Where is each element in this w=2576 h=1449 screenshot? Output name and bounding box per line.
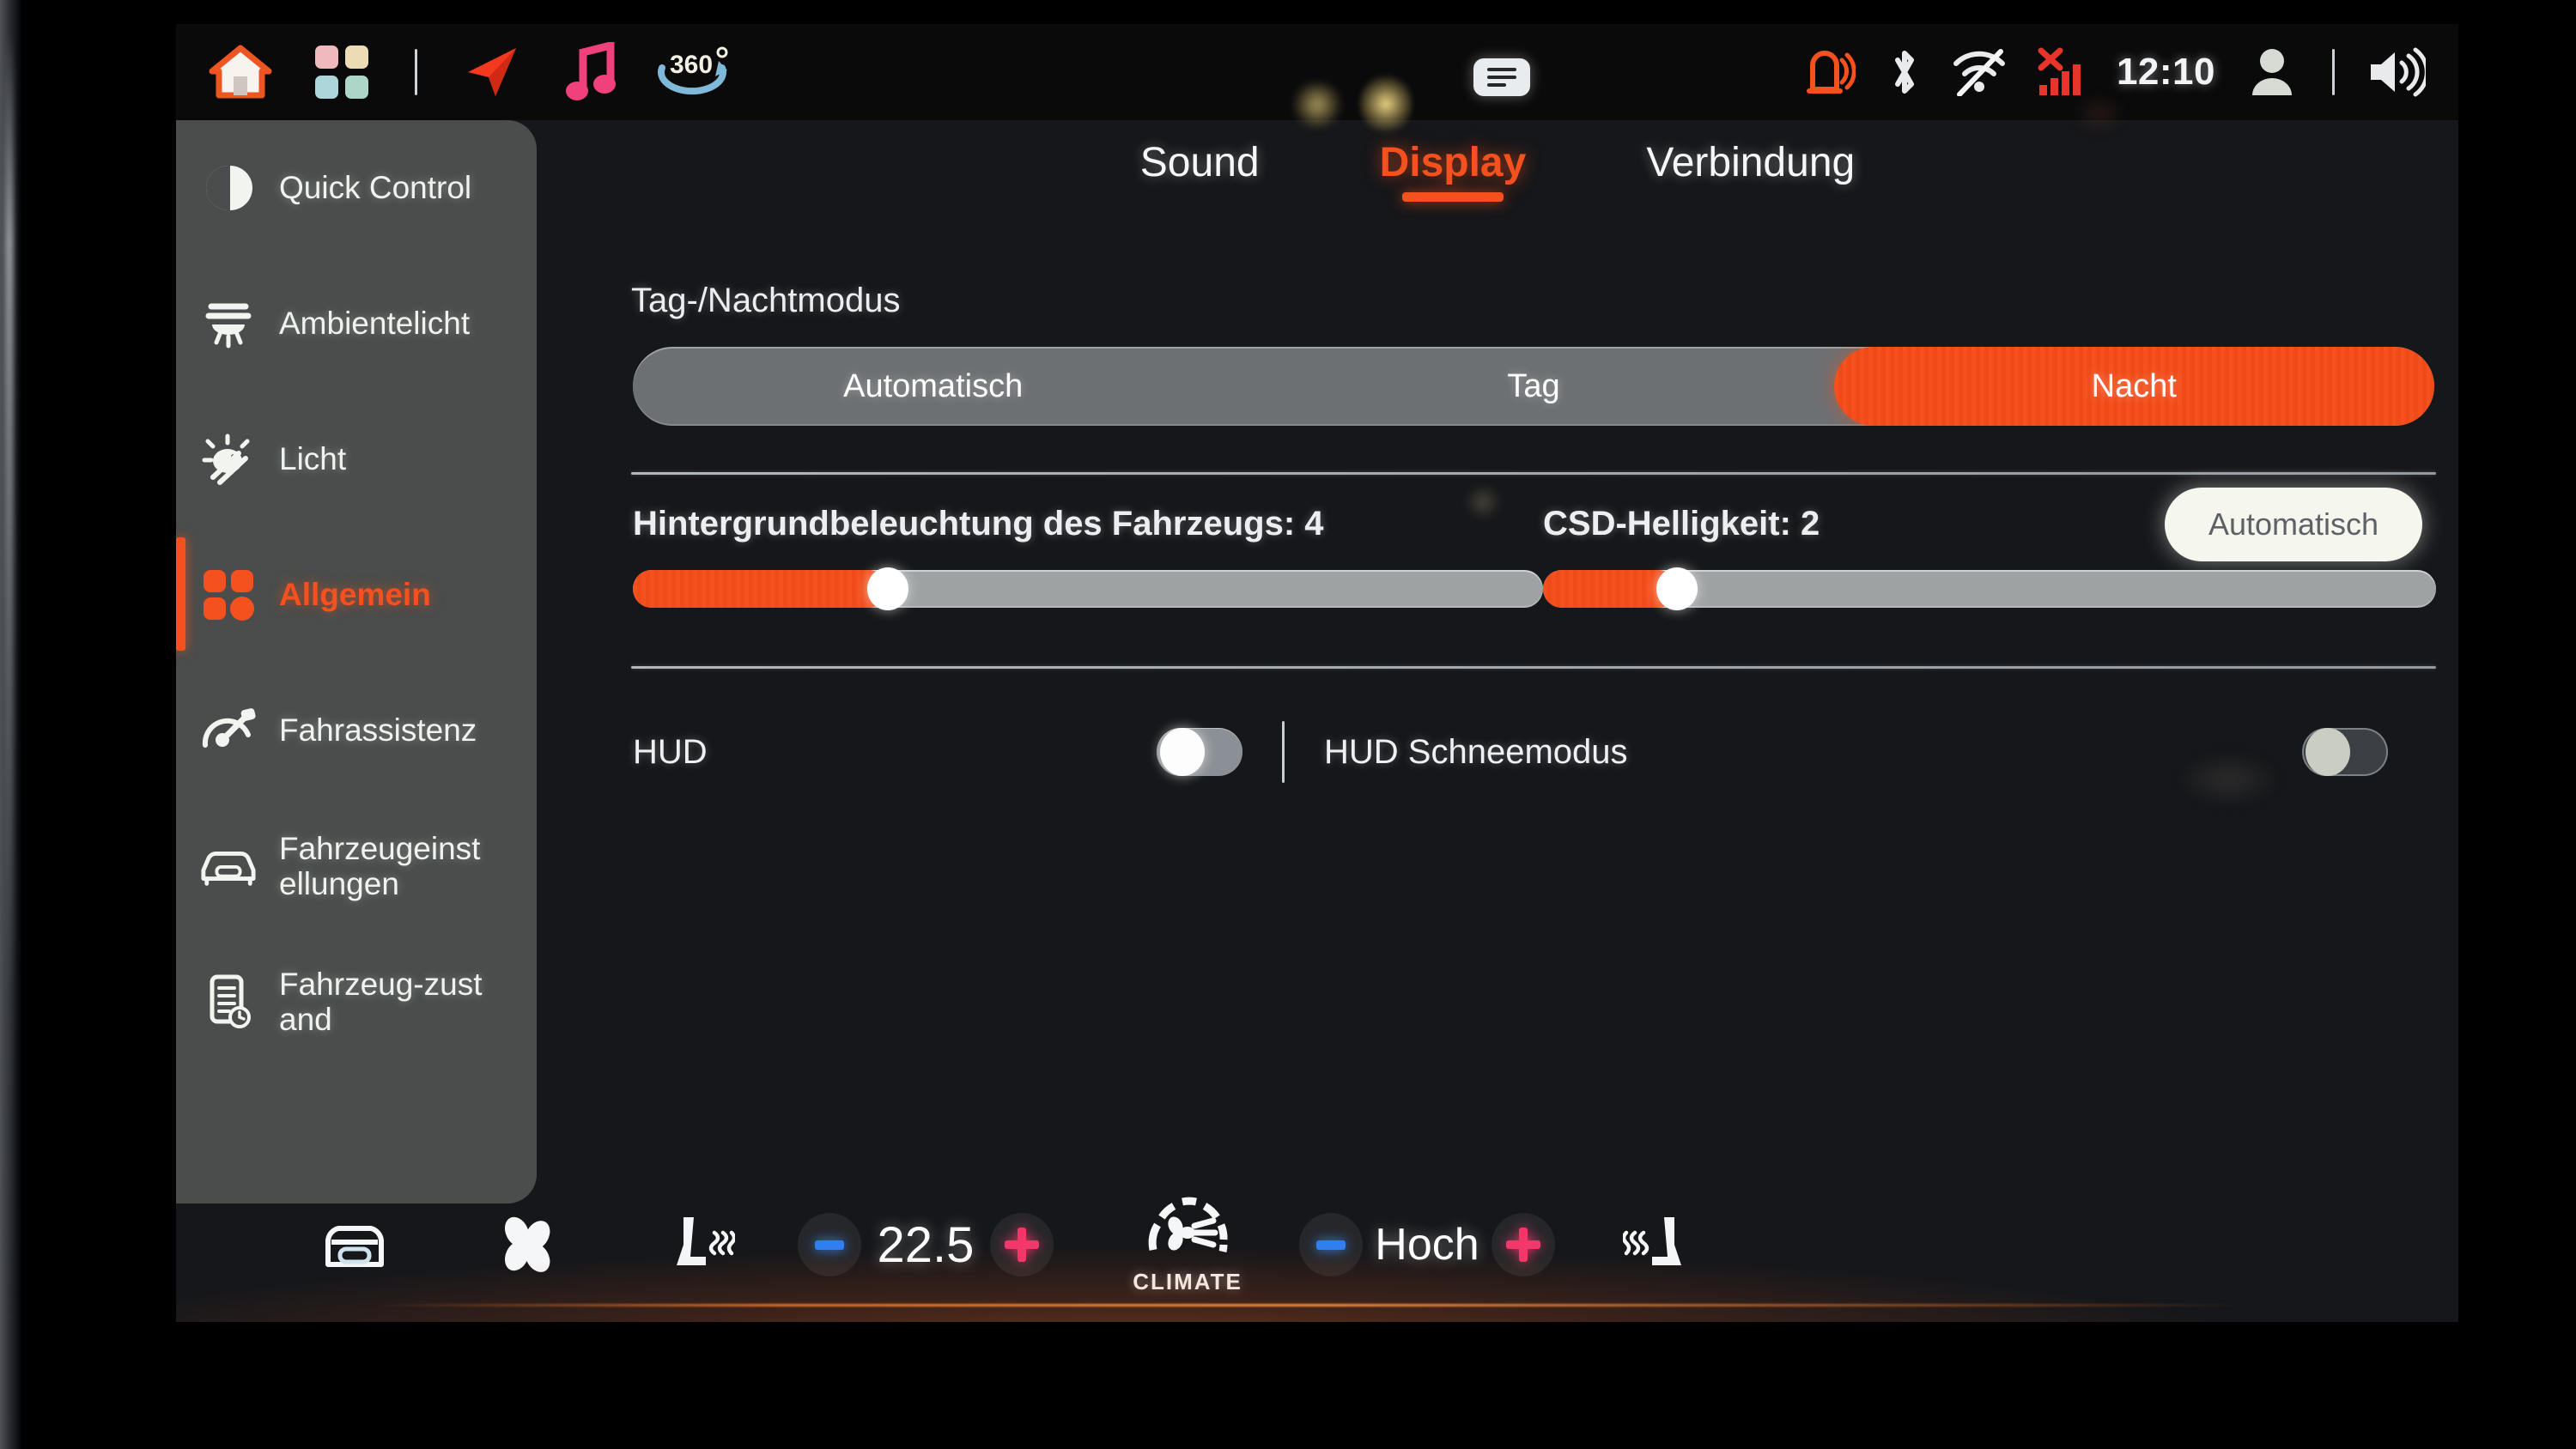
sidebar-menu: Quick Control Ambientelicht Licht Allgem…: [176, 120, 537, 1203]
slider-thumb[interactable]: [1656, 567, 1698, 610]
hud-snow-mode-label: HUD Schneemodus: [1324, 732, 1628, 771]
sidebar-item-ambientelicht[interactable]: Ambientelicht: [176, 256, 537, 391]
ambient-light-icon: [200, 295, 257, 352]
music-note-icon[interactable]: [541, 24, 642, 120]
climate-control-bar: 22.5 CLIMATE Hoch: [176, 1167, 2458, 1322]
status-bar-divider: [415, 49, 417, 95]
svg-text:360: 360: [670, 51, 713, 79]
temperature-decrease-button[interactable]: [798, 1213, 861, 1276]
day-night-mode-label: Tag-/Nachtmodus: [631, 282, 901, 319]
hud-row-divider: [1282, 721, 1285, 783]
segment-automatisch[interactable]: Automatisch: [633, 347, 1233, 426]
sidebar-item-allgemein[interactable]: Allgemein: [176, 527, 537, 663]
status-bar-right-icons: 12:10: [1792, 24, 2436, 120]
toggle-knob: [1160, 728, 1205, 776]
surround-view-360-icon[interactable]: 360: [642, 24, 744, 120]
status-bar-left-icons: 360: [176, 24, 744, 120]
cellular-signal-error-icon[interactable]: [2019, 24, 2098, 120]
csd-brightness-label: CSD-Helligkeit: 2: [1543, 505, 1820, 543]
hud-label: HUD: [633, 732, 708, 771]
vehicle-settings-icon: [200, 838, 257, 894]
fan-speed-value: Hoch: [1375, 1220, 1479, 1270]
front-defrost-icon[interactable]: [269, 1216, 440, 1273]
hud-snow-mode-toggle[interactable]: [2302, 728, 2388, 776]
vehicle-backlight-slider[interactable]: [633, 567, 1543, 610]
sidebar-item-label: Licht: [279, 441, 347, 477]
user-profile-icon[interactable]: [2234, 24, 2310, 120]
segment-tag[interactable]: Tag: [1233, 347, 1833, 426]
sidebar-item-label: Ambientelicht: [279, 306, 471, 342]
bezel-reflection: [5, 34, 14, 1322]
sidebar-item-licht[interactable]: Licht: [176, 391, 537, 527]
fan-speed-decrease-button[interactable]: [1299, 1213, 1363, 1276]
screen-bottom-hairline: [374, 1304, 2245, 1307]
sidebar-item-fahrzeugeinstellungen[interactable]: Fahrzeugeinstellungen: [176, 798, 537, 934]
minus-icon: [1316, 1240, 1346, 1250]
sidebar-item-label: Fahrzeugeinstellungen: [279, 830, 481, 901]
clock: 12:10: [2116, 51, 2215, 93]
heated-seat-left-icon[interactable]: [612, 1214, 784, 1276]
vehicle-status-icon: [200, 973, 257, 1030]
segment-nacht[interactable]: Nacht: [1833, 347, 2434, 426]
settings-tab-bar: Sound Display Verbindung: [537, 120, 2458, 232]
sidebar-item-quick-control[interactable]: Quick Control: [176, 120, 537, 256]
status-bar: 360 12:10: [176, 24, 2458, 120]
tire-pressure-warning-icon[interactable]: [1792, 24, 1869, 120]
temperature-increase-button[interactable]: [990, 1213, 1054, 1276]
display-settings-panel: Sound Display Verbindung Tag-/Nachtmodus…: [537, 120, 2458, 1167]
slider-thumb[interactable]: [866, 567, 908, 610]
bluetooth-icon[interactable]: [1869, 24, 1940, 120]
divider-top: [631, 472, 2436, 475]
slider-fill: [633, 570, 888, 608]
temperature-value: 22.5: [877, 1216, 975, 1273]
active-item-accent-bar: [176, 537, 185, 651]
wifi-off-icon[interactable]: [1940, 24, 2019, 120]
sidebar-item-fahrassistenz[interactable]: Fahrassistenz: [176, 663, 537, 798]
sidebar-item-label: Quick Control: [279, 170, 472, 206]
menu-list-icon[interactable]: [1473, 58, 1530, 96]
general-grid-icon: [200, 567, 257, 623]
divider-bottom: [631, 666, 2436, 669]
apps-grid-icon[interactable]: [291, 24, 392, 120]
infotainment-display: 360 12:10 Quick Control Ambientelicht Li…: [176, 24, 2458, 1322]
fan-speed-increase-button[interactable]: [1492, 1213, 1555, 1276]
sidebar-item-fahrzeugzustand[interactable]: Fahrzeug-zustand: [176, 934, 537, 1070]
tab-display[interactable]: Display: [1371, 139, 1535, 202]
automatic-brightness-button[interactable]: Automatisch: [2165, 488, 2422, 561]
volume-icon[interactable]: [2357, 24, 2436, 120]
quick-control-icon: [200, 160, 257, 216]
status-bar-divider-right: [2332, 49, 2335, 95]
minus-icon: [815, 1240, 844, 1250]
tab-sound[interactable]: Sound: [1132, 139, 1268, 202]
home-icon[interactable]: [190, 24, 291, 120]
sidebar-item-label: Allgemein: [279, 577, 431, 613]
plus-icon: [1506, 1228, 1540, 1262]
toggle-knob: [2306, 728, 2350, 776]
hud-settings-row: HUD HUD Schneemodus: [633, 721, 2436, 783]
heated-seat-right-icon[interactable]: [1574, 1214, 1746, 1276]
photographed-infotainment-screen: 360 12:10 Quick Control Ambientelicht Li…: [0, 0, 2576, 1449]
sidebar-item-label: Fahrzeug-zustand: [279, 966, 483, 1037]
csd-brightness-slider[interactable]: [1543, 567, 2436, 610]
driver-assistance-icon: [200, 702, 257, 759]
vehicle-backlight-label: Hintergrundbeleuchtung des Fahrzeugs: 4: [633, 505, 1324, 543]
climate-button[interactable]: CLIMATE: [1084, 1195, 1291, 1295]
climate-button-label: CLIMATE: [1133, 1268, 1242, 1294]
day-night-mode-segmented-control[interactable]: Automatisch Tag Nacht: [633, 347, 2434, 426]
tab-verbindung[interactable]: Verbindung: [1637, 139, 1863, 202]
hud-toggle[interactable]: [1157, 728, 1242, 776]
light-icon: [200, 431, 257, 488]
navigation-arrow-icon[interactable]: [440, 24, 541, 120]
plus-icon: [1005, 1228, 1039, 1262]
fan-icon[interactable]: [440, 1215, 612, 1275]
sidebar-item-label: Fahrassistenz: [279, 712, 477, 749]
